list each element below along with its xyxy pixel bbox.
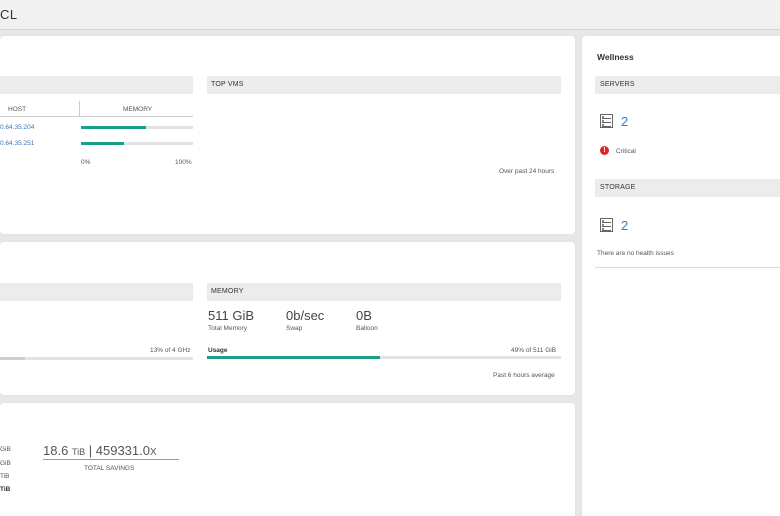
server-icon <box>600 114 613 128</box>
col-header-memory: MEMORY <box>123 106 153 113</box>
performance-panel: HOST MEMORY 0.64.35.204 0.64.35.251 0% 1… <box>0 36 575 234</box>
servers-count[interactable]: 2 <box>621 114 628 129</box>
left-value-2: GiB <box>0 460 11 467</box>
wellness-divider <box>595 267 780 268</box>
memory-usage-text: 49% of 511 GiB <box>511 347 557 354</box>
swap-value: 0b/sec <box>286 308 325 323</box>
savings-tib-unit: TiB <box>71 447 86 457</box>
memory-usage-label: Usage <box>208 347 228 354</box>
balloon-label: Balloon <box>356 325 378 332</box>
axis-max-label: 100% <box>175 159 192 166</box>
resources-panel: 13% of 4 GHz MEMORY 511 GiB Total Memory… <box>0 242 575 395</box>
critical-alert-icon: ! <box>600 146 609 155</box>
host-link-1[interactable]: 0.64.35.204 <box>0 124 34 131</box>
efficiency-panel: GiB GiB TiB TiB 18.6 TiB | 459331.0X TOT… <box>0 403 575 516</box>
storage-status: There are no health issues <box>597 250 674 257</box>
savings-separator: | <box>88 443 93 458</box>
balloon-value: 0B <box>356 308 372 323</box>
left-value-3: TiB <box>0 473 10 480</box>
servers-status: Critical <box>616 148 636 155</box>
hosts-table-header: HOST MEMORY <box>0 101 193 117</box>
host-memory-bar-2 <box>81 142 193 145</box>
total-memory-label: Total Memory <box>208 325 248 332</box>
cpu-usage-fill <box>0 357 26 360</box>
top-vms-footnote: Over past 24 hours <box>499 168 555 175</box>
left-value-4: TiB <box>0 486 11 493</box>
host-link-2[interactable]: 0.64.35.251 <box>0 140 34 147</box>
host-memory-bar-1 <box>81 126 193 129</box>
top-bar: CL <box>0 0 780 30</box>
memory-section-header: MEMORY <box>207 283 561 301</box>
host-memory-fill-2 <box>81 142 124 145</box>
wellness-panel: Wellness SERVERS 2 ! Critical STORAGE 2 … <box>582 36 780 516</box>
total-memory-value: 511 GiB <box>208 308 255 323</box>
app-title: CL <box>0 7 18 22</box>
cpu-section-header <box>0 283 193 301</box>
memory-usage-bar <box>207 356 561 359</box>
storage-header: STORAGE <box>595 179 780 197</box>
total-savings-figure: 18.6 TiB | 459331.0X <box>43 443 179 460</box>
hosts-section-header <box>0 76 193 94</box>
savings-ratio-value: 459331.0 <box>95 443 150 458</box>
col-header-host: HOST <box>8 106 27 113</box>
savings-tib-value: 18.6 <box>43 443 69 458</box>
storage-count[interactable]: 2 <box>621 218 628 233</box>
servers-header: SERVERS <box>595 76 780 94</box>
memory-footnote: Past 6 hours average <box>493 372 555 379</box>
savings-ratio-unit: X <box>149 447 157 458</box>
storage-icon <box>600 218 613 232</box>
column-divider <box>79 101 80 117</box>
memory-usage-fill <box>207 356 381 359</box>
top-vms-header: TOP VMS <box>207 76 561 94</box>
left-value-1: GiB <box>0 446 11 453</box>
swap-label: Swap <box>286 325 303 332</box>
cpu-usage-bar <box>0 357 193 360</box>
axis-min-label: 0% <box>81 159 91 166</box>
host-memory-fill-1 <box>81 126 146 129</box>
wellness-title: Wellness <box>597 52 634 62</box>
cpu-usage-text: 13% of 4 GHz <box>150 347 191 354</box>
total-savings-label: TOTAL SAVINGS <box>84 465 135 472</box>
